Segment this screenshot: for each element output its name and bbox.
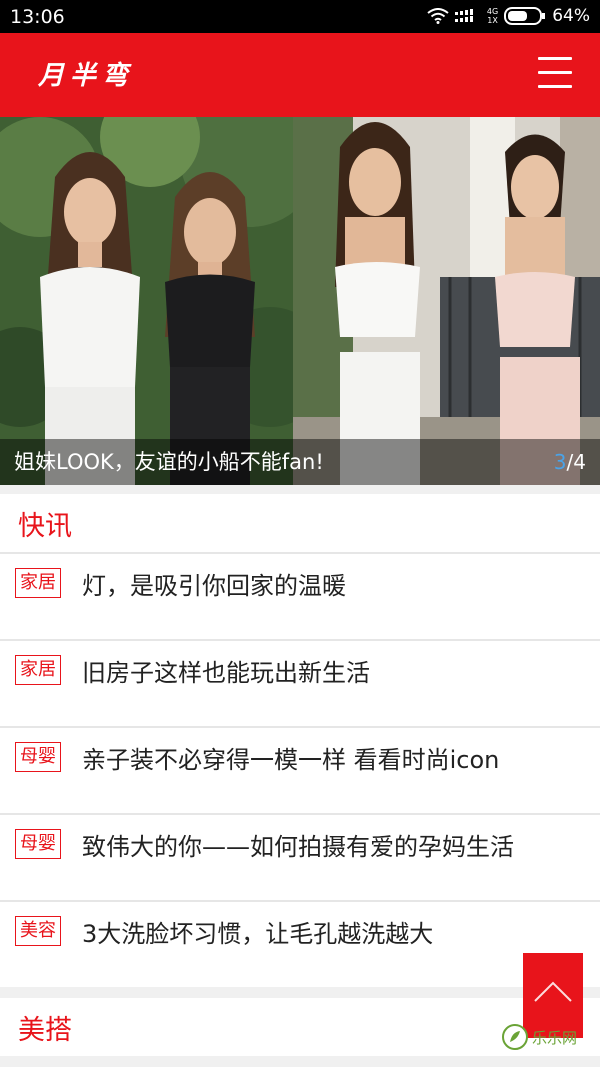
- article-title: 灯，是吸引你回家的温暖: [82, 572, 346, 600]
- list-item[interactable]: 母婴 亲子装不必穿得一模一样 看看时尚icon: [0, 726, 600, 813]
- signal-icon: [454, 8, 481, 24]
- battery-percent: 64%: [552, 6, 590, 26]
- menu-button[interactable]: [538, 55, 572, 91]
- article-title: 亲子装不必穿得一模一样 看看时尚icon: [82, 746, 500, 774]
- news-list: 家居 灯，是吸引你回家的温暖 家居 旧房子这样也能玩出新生活 母婴 亲子装不必穿…: [0, 552, 600, 987]
- network-type-4g: 4G: [486, 7, 499, 16]
- banner-carousel[interactable]: 姐妹LOOK，友谊的小船不能fan! 3/4: [0, 117, 600, 485]
- article-title: 旧房子这样也能玩出新生活: [82, 659, 370, 687]
- watermark: 乐乐网: [502, 1024, 577, 1050]
- hamburger-menu-icon: [538, 71, 572, 74]
- category-tag: 母婴: [15, 742, 61, 772]
- watermark-logo-icon: [502, 1024, 528, 1050]
- network-type-1x: 1X: [487, 16, 498, 25]
- banner-image: [0, 117, 600, 485]
- list-item[interactable]: 家居 灯，是吸引你回家的温暖: [0, 552, 600, 639]
- app-bar: 月半弯: [0, 33, 600, 117]
- hamburger-menu-icon: [538, 85, 572, 88]
- article-title: 致伟大的你——如何拍摄有爱的孕妈生活: [82, 833, 514, 861]
- battery-icon: [504, 7, 546, 25]
- article-title: 3大洗脸坏习惯，让毛孔越洗越大: [82, 920, 434, 948]
- style-section-title: 美搭: [18, 1015, 72, 1046]
- news-section-header: 快讯: [0, 494, 600, 552]
- watermark-text: 乐乐网: [532, 1028, 578, 1047]
- chevron-up-icon: [534, 981, 572, 1002]
- category-tag: 家居: [15, 655, 61, 685]
- category-tag: 美容: [15, 916, 61, 946]
- list-item[interactable]: 家居 旧房子这样也能玩出新生活: [0, 639, 600, 726]
- status-bar: 13:06 4G 1X 64%: [0, 0, 600, 33]
- news-section-title: 快讯: [18, 511, 72, 542]
- status-time: 13:06: [10, 6, 65, 28]
- network-type: 4G 1X: [487, 7, 498, 25]
- wifi-icon: [427, 8, 449, 24]
- banner-page-indicator: 3/4: [554, 439, 586, 485]
- banner-caption: 姐妹LOOK，友谊的小船不能fan!: [0, 439, 600, 485]
- list-item[interactable]: 母婴 致伟大的你——如何拍摄有爱的孕妈生活: [0, 813, 600, 900]
- app-logo[interactable]: 月半弯: [38, 55, 134, 92]
- category-tag: 母婴: [15, 829, 61, 859]
- list-item[interactable]: 美容 3大洗脸坏习惯，让毛孔越洗越大: [0, 900, 600, 987]
- banner-total-pages: 4: [573, 450, 586, 474]
- category-tag: 家居: [15, 568, 61, 598]
- banner-current-page: 3: [553, 450, 567, 474]
- hamburger-menu-icon: [538, 57, 572, 60]
